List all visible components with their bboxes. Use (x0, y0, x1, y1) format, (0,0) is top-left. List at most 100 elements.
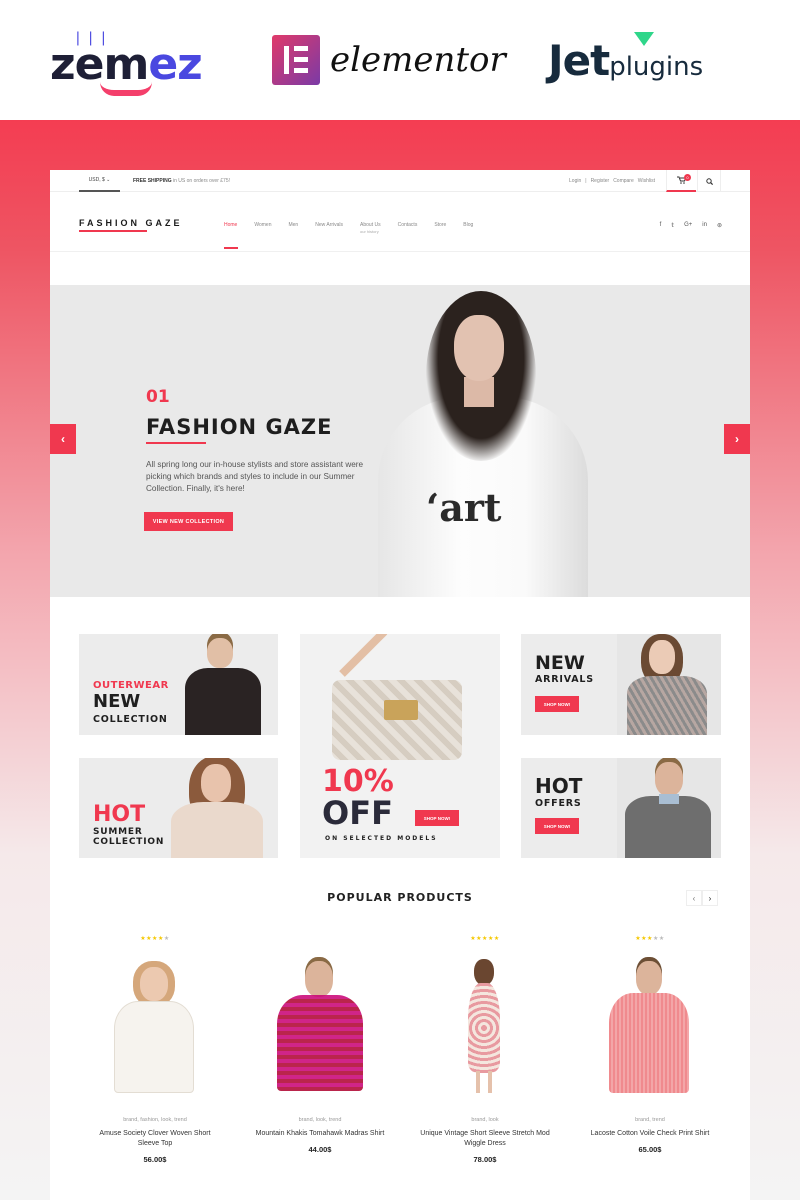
product-tags: brand, look, trend (298, 1117, 342, 1123)
products-next-button[interactable]: › (702, 890, 718, 906)
zemes-logo: ❘❘❘ zem ez (50, 30, 203, 96)
top-bar: USD, $ ⌄ FREE SHIPPING in US on orders o… (50, 170, 750, 192)
currency-select[interactable]: USD, $ ⌄ (79, 170, 120, 192)
login-link[interactable]: Login (569, 178, 581, 184)
rating-stars: ★★★★★ (410, 935, 560, 943)
nav-label: About Us (360, 222, 381, 228)
rating-stars: ★★★★★ (80, 935, 230, 943)
site-header: FASHION GAZE Home Women Men New Arrivals… (50, 192, 750, 252)
chevron-right-icon: › (735, 432, 739, 446)
product-name[interactable]: Mountain Khakis Tomahawk Madras Shirt (245, 1129, 395, 1139)
banner-title: NEW (93, 691, 141, 712)
elementor-logo: elementor (272, 30, 506, 90)
nav-new-arrivals[interactable]: New Arrivals (315, 222, 343, 228)
nav-home[interactable]: Home (224, 222, 239, 249)
search-icon (705, 177, 713, 185)
nav-about-us[interactable]: About Us our history (360, 222, 381, 234)
products-prev-button[interactable]: ‹ (686, 890, 702, 906)
nav-store[interactable]: Store (434, 222, 446, 228)
website-preview: USD, $ ⌄ FREE SHIPPING in US on orders o… (50, 170, 750, 1200)
banner-new-arrivals[interactable]: NEW ARRIVALS SHOP NOW! (521, 634, 721, 735)
shop-now-button[interactable]: SHOP NOW! (535, 818, 579, 834)
pinterest-icon[interactable]: ⊛ (717, 222, 722, 229)
nav-women[interactable]: Women (254, 222, 271, 228)
banner-caption: COLLECTION (93, 714, 168, 725)
shop-now-button[interactable]: SHOP NOW! (535, 696, 579, 712)
hero-title: FASHION GAZE (146, 415, 333, 439)
nav-label: Men (288, 222, 299, 228)
nav-sublabel: our history (360, 229, 379, 234)
product-image[interactable] (245, 949, 395, 1109)
star-filled-icon: ★ (493, 936, 500, 942)
banner-outerwear[interactable]: OUTERWEAR NEW COLLECTION (79, 634, 278, 735)
banner-hot-summer[interactable]: HOT SUMMER COLLECTION (79, 758, 278, 858)
banner-subtitle: ARRIVALS (535, 674, 594, 685)
rating-stars: ★★★★★ (575, 935, 725, 943)
product-card[interactable]: brand, look, trend Mountain Khakis Tomah… (245, 935, 395, 1154)
popular-products-title: POPULAR PRODUCTS (327, 891, 473, 904)
main-nav: Home Women Men New Arrivals About Us our … (224, 222, 490, 249)
chevron-left-icon: ‹ (692, 893, 696, 903)
twitter-icon[interactable]: 𝕥 (671, 222, 674, 229)
product-image[interactable] (410, 949, 560, 1109)
discount-caption: ON SELECTED MODELS (325, 835, 438, 842)
product-image[interactable] (575, 949, 725, 1109)
product-name[interactable]: Amuse Society Clover Woven Short Sleeve … (80, 1129, 230, 1149)
woman-arrivals-image (617, 634, 721, 735)
zemes-dots-icon: ❘❘❘ (72, 30, 111, 46)
elementor-icon (272, 35, 320, 85)
star-empty-icon: ★ (658, 936, 665, 942)
shipping-text: in US on orders over £75! (171, 178, 230, 184)
product-name[interactable]: Unique Vintage Short Sleeve Stretch Mod … (410, 1129, 560, 1149)
banner-hot-offers[interactable]: HOT OFFERS SHOP NOW! (521, 758, 721, 858)
rating-stars (245, 935, 395, 943)
site-logo[interactable]: FASHION GAZE (79, 218, 183, 228)
product-tags: brand, look (471, 1117, 499, 1123)
nav-label: Contacts (397, 222, 418, 228)
cart-count-badge: 0 (684, 174, 691, 181)
facebook-icon[interactable]: f (660, 222, 662, 229)
discount-off: OFF (322, 794, 393, 832)
register-link[interactable]: Register (591, 178, 610, 184)
products-carousel-nav: ‹ › (686, 890, 718, 906)
wishlist-link[interactable]: Wishlist (638, 178, 655, 184)
slider-prev-button[interactable]: ‹ (50, 424, 76, 454)
product-tags: brand, trend (635, 1117, 665, 1123)
google-plus-icon[interactable]: G+ (684, 222, 692, 229)
shop-now-button[interactable]: SHOP NOW! (415, 810, 459, 826)
banner-title: HOT (535, 774, 583, 798)
logo-underline (79, 230, 147, 232)
product-name[interactable]: Lacoste Cotton Voile Check Print Shirt (575, 1129, 725, 1139)
cart-button[interactable]: 0 (666, 170, 696, 192)
search-button[interactable] (697, 170, 721, 192)
banner-discount[interactable]: 10% OFF ON SELECTED MODELS SHOP NOW! (300, 634, 500, 858)
man-sweater-image (617, 758, 721, 858)
nav-label: Store (434, 222, 447, 228)
view-collection-button[interactable]: VIEW NEW COLLECTION (144, 512, 233, 531)
product-card[interactable]: ★★★★★ brand, look Unique Vintage Short S… (410, 935, 560, 1164)
product-image[interactable] (80, 949, 230, 1109)
product-price: 56.00$ (143, 1155, 167, 1164)
nav-contacts[interactable]: Contacts (398, 222, 418, 228)
product-price: 65.00$ (638, 1145, 662, 1154)
shipping-bold: FREE SHIPPING (133, 178, 172, 184)
compare-link[interactable]: Compare (613, 178, 634, 184)
product-card[interactable]: ★★★★★ brand, trend Lacoste Cotton Voile … (575, 935, 725, 1154)
linkedin-icon[interactable]: in (702, 222, 707, 229)
slider-next-button[interactable]: › (724, 424, 750, 454)
nav-blog[interactable]: Blog (463, 222, 473, 228)
banner-subtitle: SUMMER (93, 827, 143, 837)
chevron-right-icon: › (708, 893, 712, 903)
account-links: Login | Register Compare Wishlist (569, 178, 655, 184)
product-card[interactable]: ★★★★★ brand, fashion, look, trend Amuse … (80, 935, 230, 1164)
hero-slider: ‘art 01 FASHION GAZE All spring long our… (50, 285, 750, 597)
shirt-print: ‘art (426, 485, 502, 530)
nav-men[interactable]: Men (288, 222, 298, 228)
product-price: 44.00$ (308, 1145, 332, 1154)
nav-label: Women (254, 222, 272, 228)
slide-number: 01 (146, 387, 170, 407)
elementor-wordmark: elementor (330, 40, 506, 80)
product-price: 78.00$ (473, 1155, 497, 1164)
man-jacket-image (183, 634, 263, 735)
plugins-wordmark: plugins (609, 52, 704, 82)
